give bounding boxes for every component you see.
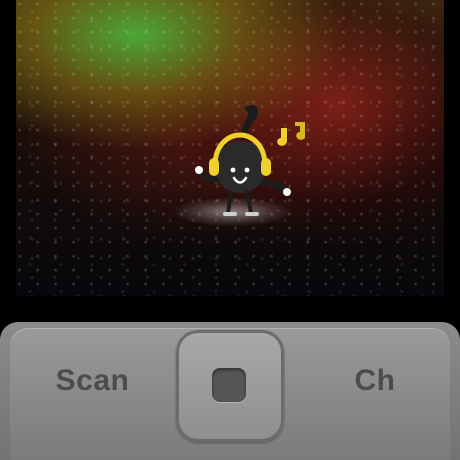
scan-softkey[interactable]: Scan bbox=[30, 360, 155, 402]
music-note-mascot-with-headphones-icon bbox=[195, 105, 305, 216]
channel-softkey[interactable]: Ch bbox=[320, 360, 430, 402]
music-notes-icon bbox=[277, 122, 305, 146]
screen bbox=[0, 0, 460, 322]
select-key-icon[interactable] bbox=[212, 368, 246, 402]
dpad-icon[interactable] bbox=[176, 330, 284, 442]
